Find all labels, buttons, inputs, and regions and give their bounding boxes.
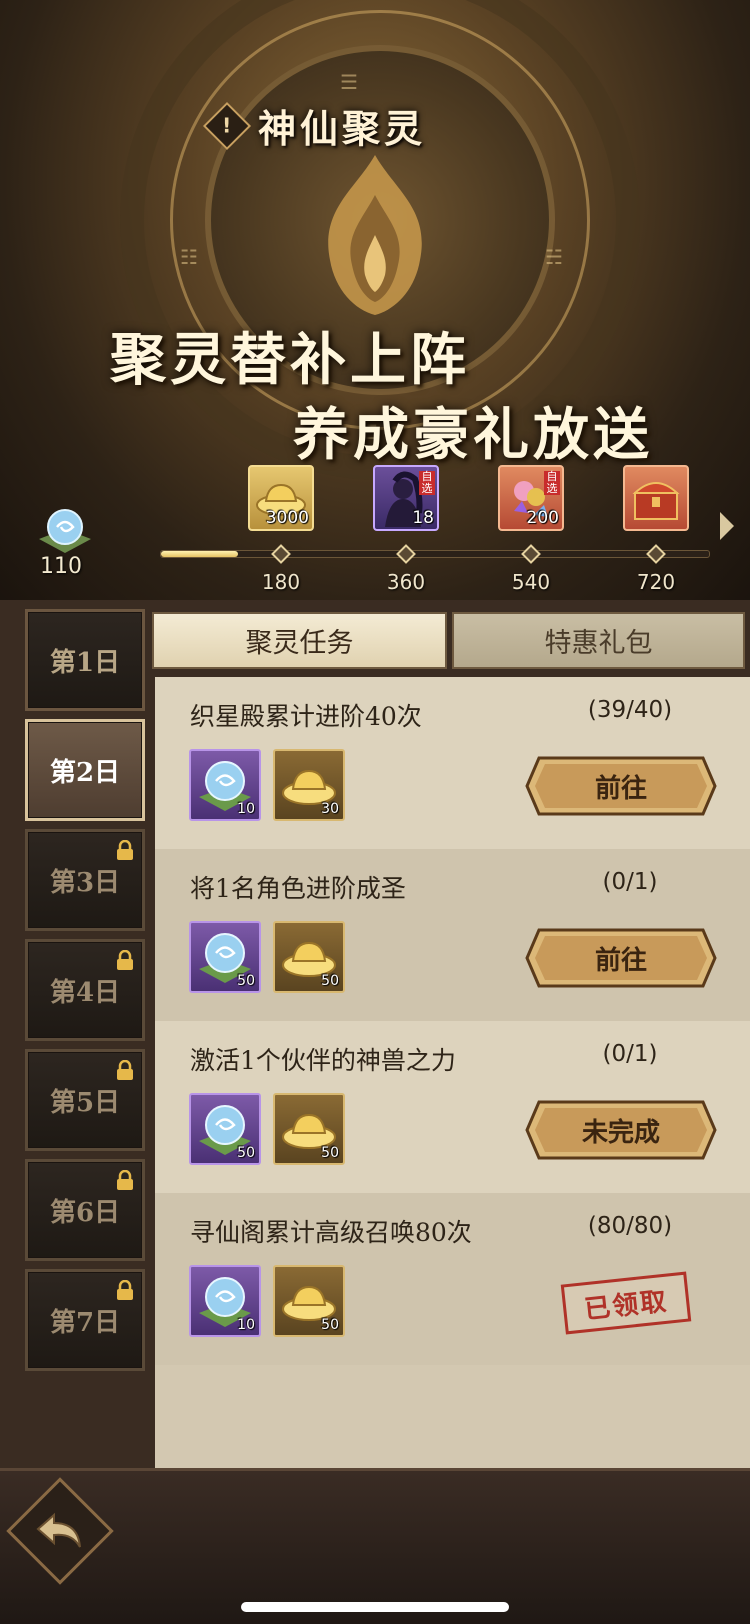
milestone-label: 540 — [511, 570, 551, 594]
day-tab-label: 第7日 — [49, 1307, 121, 1338]
lock-icon — [117, 840, 133, 860]
milestone-label: 180 — [261, 570, 301, 594]
reward-spirit-orb[interactable]: 10 — [189, 749, 261, 821]
claimed-stamp: 已领取 — [560, 1271, 692, 1335]
reward-count: 3000 — [265, 508, 309, 528]
home-indicator — [241, 1602, 509, 1612]
reward-spirit-orb[interactable]: 50 — [189, 1093, 261, 1165]
tab-spirit-tasks[interactable]: 聚灵任务 — [152, 612, 447, 669]
day-tab-label: 第2日 — [49, 757, 121, 788]
incomplete-button[interactable]: 未完成 — [525, 1099, 717, 1161]
progress-bar — [160, 550, 710, 558]
treasure-chest-icon — [632, 482, 680, 520]
reward-gold-ingot[interactable]: 50 — [273, 1265, 345, 1337]
milestone-reward-4[interactable] — [623, 465, 689, 531]
lock-icon — [117, 1280, 133, 1300]
spirit-orb-icon — [39, 509, 91, 553]
milestone-marker — [521, 544, 541, 564]
bottom-bar — [0, 1468, 750, 1624]
event-banner: ☰ ☷ ☵ ☲ ! 神仙聚灵 聚灵替补上阵 养成豪礼放送 3000 自选 18 — [0, 0, 750, 610]
scroll-right-arrow-icon[interactable] — [720, 512, 734, 540]
day-tab-5[interactable]: 第5日 — [25, 1049, 145, 1151]
reward-amount: 50 — [321, 1317, 339, 1333]
go-button-label: 前往 — [594, 773, 647, 804]
day-tab-3[interactable]: 第3日 — [25, 829, 145, 931]
reward-amount: 50 — [237, 1145, 255, 1161]
task-row: 织星殿累计进阶40次 (39/40) 10 30 前往 — [155, 677, 750, 849]
task-progress: (0/1) — [602, 1041, 658, 1067]
tab-special-packs[interactable]: 特惠礼包 — [452, 612, 745, 669]
slogan-line-2: 养成豪礼放送 — [293, 402, 653, 468]
milestone-reward-2[interactable]: 自选 18 — [373, 465, 439, 531]
go-button[interactable]: 前往 — [525, 927, 717, 989]
flame-emblem-icon — [328, 155, 422, 315]
reward-amount: 10 — [237, 1317, 255, 1333]
task-name: 激活1个伙伴的神兽之力 — [190, 1046, 456, 1075]
milestone-marker — [271, 544, 291, 564]
progress-bar-fill — [161, 551, 238, 557]
milestone-marker — [396, 544, 416, 564]
reward-gold-ingot[interactable]: 50 — [273, 1093, 345, 1165]
lock-icon — [117, 1060, 133, 1080]
day-tab-label: 第3日 — [49, 867, 121, 898]
rune-glyph: ☰ — [340, 70, 358, 94]
banner-title-group: ! 神仙聚灵 — [202, 98, 427, 153]
task-row: 寻仙阁累计高级召唤80次 (80/80) 10 50 已领取 — [155, 1193, 750, 1365]
orb-count: 110 — [40, 554, 82, 579]
reward-spirit-orb[interactable]: 10 — [189, 1265, 261, 1337]
lock-icon — [117, 950, 133, 970]
lock-icon — [117, 1170, 133, 1190]
task-name: 织星殿累计进阶40次 — [190, 702, 422, 731]
optional-tag: 自选 — [544, 471, 560, 495]
reward-spirit-orb[interactable]: 50 — [189, 921, 261, 993]
task-progress: (0/1) — [602, 869, 658, 895]
task-name: 将1名角色进阶成圣 — [190, 874, 406, 903]
rune-glyph: ☷ — [180, 245, 198, 269]
reward-amount: 50 — [237, 973, 255, 989]
go-button[interactable]: 前往 — [525, 755, 717, 817]
incomplete-button-label: 未完成 — [581, 1117, 660, 1148]
back-arrow-icon — [36, 1512, 81, 1548]
day-tab-label: 第4日 — [49, 977, 121, 1008]
day-tab-label: 第1日 — [49, 647, 121, 678]
day-tab-7[interactable]: 第7日 — [25, 1269, 145, 1371]
reward-gold-ingot[interactable]: 50 — [273, 921, 345, 993]
task-progress: (39/40) — [587, 697, 673, 723]
go-button-label: 前往 — [594, 945, 647, 976]
reward-gold-ingot[interactable]: 30 — [273, 749, 345, 821]
task-row: 激活1个伙伴的神兽之力 (0/1) 50 50 未完成 — [155, 1021, 750, 1193]
day-tab-4[interactable]: 第4日 — [25, 939, 145, 1041]
optional-tag: 自选 — [419, 471, 435, 495]
milestone-reward-3[interactable]: 自选 200 — [498, 465, 564, 531]
info-icon: ! — [222, 113, 232, 138]
task-list: 织星殿累计进阶40次 (39/40) 10 30 前往 将1名角色进阶成圣 (0… — [155, 677, 750, 1469]
day-tab-1[interactable]: 第1日 — [25, 609, 145, 711]
milestone-marker — [646, 544, 666, 564]
reward-amount: 50 — [321, 1145, 339, 1161]
day-tab-label: 第6日 — [49, 1197, 121, 1228]
reward-count: 18 — [412, 508, 434, 528]
reward-amount: 50 — [321, 973, 339, 989]
reward-count: 200 — [526, 508, 559, 528]
task-progress: (80/80) — [587, 1213, 673, 1239]
slogan-line-1: 聚灵替补上阵 — [110, 327, 470, 393]
milestone-label: 720 — [636, 570, 676, 594]
milestone-label: 360 — [386, 570, 426, 594]
task-row: 将1名角色进阶成圣 (0/1) 50 50 前往 — [155, 849, 750, 1021]
reward-amount: 30 — [321, 801, 339, 817]
rune-glyph: ☵ — [545, 245, 563, 269]
reward-amount: 10 — [237, 801, 255, 817]
page-title: 神仙聚灵 — [258, 106, 427, 151]
milestone-reward-1[interactable]: 3000 — [248, 465, 314, 531]
day-tab-6[interactable]: 第6日 — [25, 1159, 145, 1261]
day-tab-2[interactable]: 第2日 — [25, 719, 145, 821]
task-name: 寻仙阁累计高级召唤80次 — [190, 1218, 472, 1247]
day-tab-label: 第5日 — [49, 1087, 121, 1118]
info-button[interactable]: ! — [202, 101, 252, 150]
